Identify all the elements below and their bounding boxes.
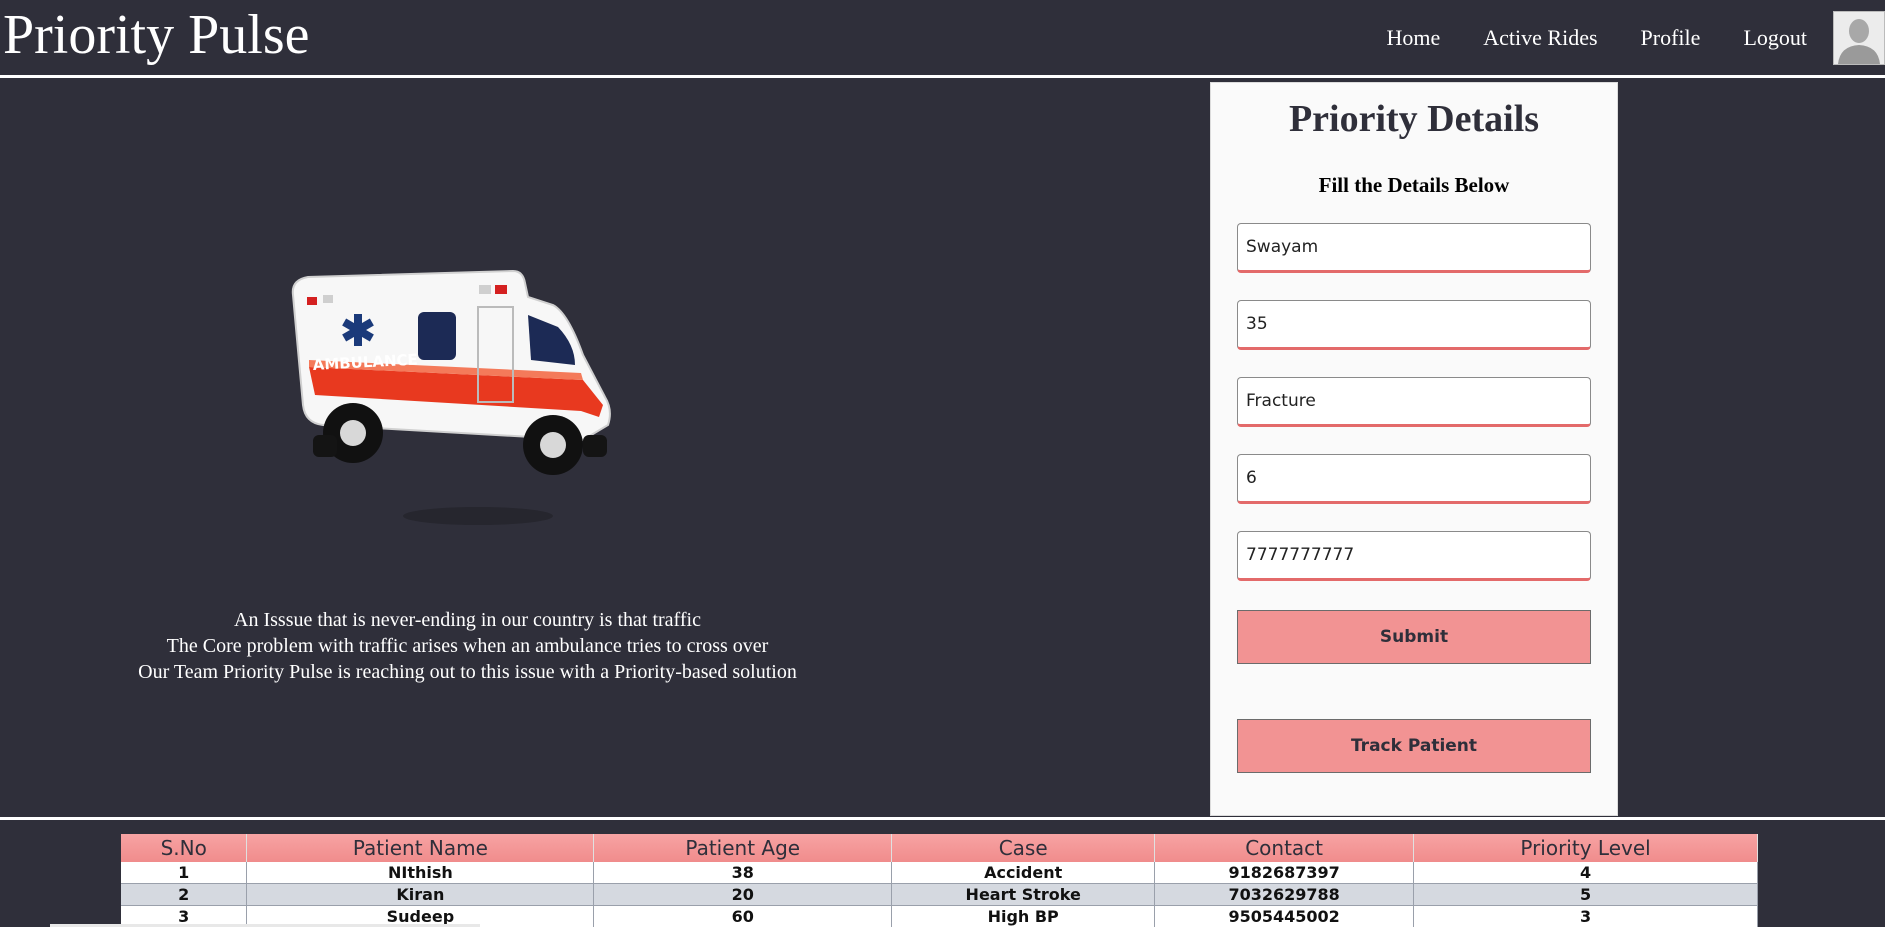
hero-description: An Isssue that is never-ending in our co… [0, 607, 935, 685]
table-row[interactable]: 1 NIthish 38 Accident 9182687397 4 [121, 862, 1758, 884]
nav-home-link[interactable]: Home [1387, 25, 1441, 51]
table-cell: 5 [1413, 883, 1758, 906]
table-header-row: S.No Patient Name Patient Age Case Conta… [121, 834, 1758, 862]
patients-table: S.No Patient Name Patient Age Case Conta… [121, 834, 1758, 927]
nav-logout-link[interactable]: Logout [1743, 25, 1807, 51]
column-header[interactable]: Priority Level [1413, 834, 1758, 862]
contact-input[interactable] [1237, 531, 1591, 581]
nav-links: Home Active Rides Profile Logout [1387, 0, 1885, 76]
table-row[interactable]: 2 Kiran 20 Heart Stroke 7032629788 5 [121, 883, 1758, 906]
patient-name-input[interactable] [1237, 223, 1591, 273]
column-header[interactable]: Patient Name [246, 834, 595, 862]
table-cell: NIthish [246, 862, 595, 884]
nav-active-rides-link[interactable]: Active Rides [1483, 25, 1597, 51]
column-header[interactable]: Patient Age [593, 834, 893, 862]
section-divider [0, 817, 1885, 820]
avatar[interactable] [1833, 11, 1885, 65]
table-cell: 38 [593, 862, 893, 884]
column-header[interactable]: S.No [121, 834, 248, 862]
table-cell: 7032629788 [1154, 883, 1415, 906]
nav-profile-link[interactable]: Profile [1641, 25, 1701, 51]
hero-line: An Isssue that is never-ending in our co… [234, 609, 701, 631]
navbar: Priority Pulse Home Active Rides Profile… [0, 0, 1885, 78]
table-cell: Heart Stroke [891, 883, 1156, 906]
hero-line: Our Team Priority Pulse is reaching out … [138, 661, 797, 683]
table-cell: 9505445002 [1154, 905, 1415, 927]
hero-line: The Core problem with traffic arises whe… [166, 635, 769, 657]
form-title: Priority Details [1288, 98, 1540, 140]
column-header[interactable]: Case [891, 834, 1156, 862]
brand-title[interactable]: Priority Pulse [3, 2, 309, 68]
user-avatar-icon [1834, 12, 1884, 64]
submit-button[interactable]: Submit [1237, 610, 1591, 664]
table-cell: 60 [593, 905, 893, 927]
table-cell: 9182687397 [1154, 862, 1415, 884]
table-cell: 1 [121, 862, 248, 884]
form-subtitle: Fill the Details Below [1318, 173, 1510, 197]
table-cell: 3 [1413, 905, 1758, 927]
priority-details-card: Priority Details Fill the Details Below … [1210, 82, 1618, 816]
track-patient-button[interactable]: Track Patient [1237, 719, 1591, 773]
hero-section: AMBULANCE An Isssue that is never-ending… [0, 80, 935, 815]
table-cell: 20 [593, 883, 893, 906]
priority-level-input[interactable] [1237, 454, 1591, 504]
column-header[interactable]: Contact [1154, 834, 1415, 862]
table-cell: 2 [121, 883, 248, 906]
table-cell: Accident [891, 862, 1156, 884]
table-cell: Kiran [246, 883, 595, 906]
table-cell: 4 [1413, 862, 1758, 884]
patient-age-input[interactable] [1237, 300, 1591, 350]
ambulance-image: AMBULANCE [291, 269, 611, 525]
case-input[interactable] [1237, 377, 1591, 427]
table-cell: High BP [891, 905, 1156, 927]
patients-table-container[interactable]: S.No Patient Name Patient Age Case Conta… [121, 834, 1758, 927]
